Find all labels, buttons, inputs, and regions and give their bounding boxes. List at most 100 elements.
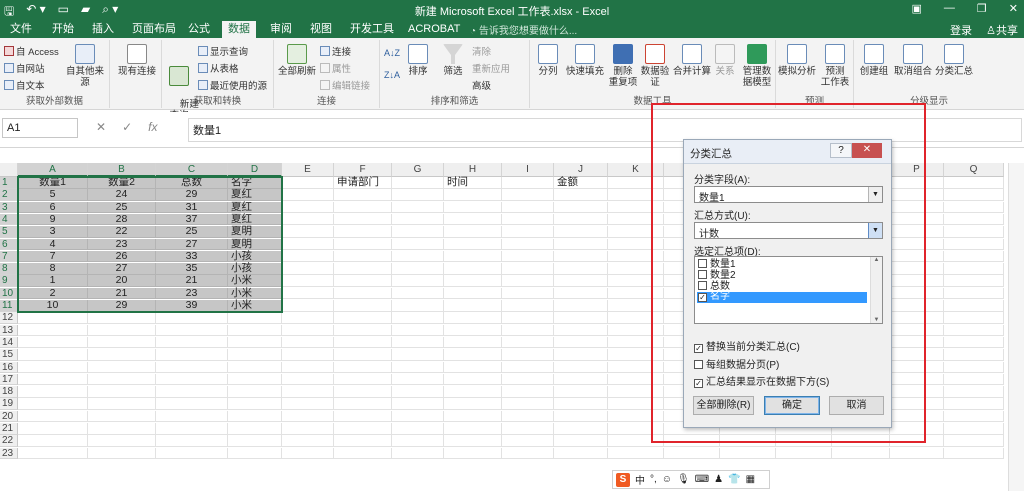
cell[interactable] [18, 324, 88, 337]
cell[interactable]: 金额 [554, 177, 608, 189]
cell[interactable] [664, 447, 720, 460]
cell[interactable] [156, 324, 228, 337]
cell[interactable] [608, 300, 664, 312]
cell[interactable] [554, 435, 608, 447]
flash-fill-button[interactable]: 快速填充 [564, 44, 606, 77]
clear-button[interactable]: 清除 [472, 44, 491, 58]
cell[interactable] [334, 263, 392, 275]
cell[interactable] [334, 300, 392, 312]
cell[interactable] [228, 410, 282, 423]
cell[interactable] [502, 349, 554, 361]
cell[interactable] [890, 398, 944, 410]
close-icon[interactable]: ✕ [1009, 2, 1018, 15]
cell[interactable] [554, 324, 608, 337]
cell[interactable] [282, 336, 334, 349]
cell[interactable]: 5 [18, 189, 88, 201]
cell[interactable] [444, 435, 502, 447]
properties-button[interactable]: 属性 [320, 61, 351, 75]
cell[interactable] [392, 263, 444, 275]
cell[interactable] [554, 189, 608, 201]
filter-button[interactable]: 筛选 [438, 44, 468, 77]
cell[interactable] [664, 435, 720, 447]
cell[interactable] [334, 435, 392, 447]
function-icon[interactable]: fx [148, 120, 157, 134]
cell[interactable] [944, 238, 1004, 250]
cell[interactable] [502, 226, 554, 238]
ribbon-display-icon[interactable]: ▣ [912, 2, 922, 15]
cell[interactable]: 37 [156, 214, 228, 226]
checkbox[interactable] [694, 360, 703, 369]
cell[interactable] [944, 312, 1004, 324]
cell[interactable] [88, 410, 156, 423]
cell[interactable] [890, 423, 944, 435]
cell[interactable] [608, 435, 664, 447]
cell[interactable]: 23 [88, 238, 156, 250]
cell[interactable] [444, 373, 502, 386]
cell[interactable]: 3 [18, 226, 88, 238]
cell[interactable] [282, 349, 334, 361]
cell[interactable] [88, 435, 156, 447]
cell[interactable] [392, 275, 444, 287]
cell[interactable] [554, 238, 608, 250]
row-header[interactable]: 15 [0, 349, 18, 361]
text-to-columns-button[interactable]: 分列 [534, 44, 562, 77]
cell[interactable] [392, 201, 444, 214]
cell[interactable] [88, 373, 156, 386]
cancel-icon[interactable]: ✕ [96, 120, 106, 134]
cell[interactable] [444, 423, 502, 435]
cell[interactable] [608, 410, 664, 423]
cell[interactable] [554, 263, 608, 275]
cell[interactable] [608, 324, 664, 337]
cell[interactable] [890, 238, 944, 250]
cell[interactable] [554, 226, 608, 238]
cell[interactable] [554, 373, 608, 386]
group-by-select[interactable]: 数量1 ▼ [694, 186, 883, 204]
cell[interactable] [282, 238, 334, 250]
cell[interactable] [944, 189, 1004, 201]
cell[interactable]: 24 [88, 189, 156, 201]
cell[interactable] [392, 398, 444, 410]
tab-page-layout[interactable]: 页面布局 [126, 21, 182, 38]
sort-desc-icon[interactable]: Z↓A [384, 70, 400, 80]
row-header[interactable]: 16 [0, 361, 18, 373]
cell[interactable] [890, 300, 944, 312]
cell[interactable] [88, 398, 156, 410]
cell[interactable]: 夏明 [228, 226, 282, 238]
cell[interactable] [554, 410, 608, 423]
keyboard-icon[interactable]: ⌨ [695, 474, 709, 485]
cell[interactable] [156, 349, 228, 361]
chevron-down-icon[interactable]: ▼ [868, 223, 882, 238]
row-header[interactable]: 8 [0, 263, 18, 275]
cell[interactable]: 数量2 [88, 177, 156, 189]
cell[interactable] [608, 189, 664, 201]
cell[interactable]: 小米 [228, 275, 282, 287]
row-header[interactable]: 9 [0, 275, 18, 287]
cell[interactable] [944, 373, 1004, 386]
row-header[interactable]: 11 [0, 300, 18, 312]
cell[interactable] [890, 177, 944, 189]
checkbox[interactable] [698, 270, 707, 279]
cell[interactable] [282, 189, 334, 201]
cell[interactable]: 6 [18, 201, 88, 214]
cell[interactable] [392, 373, 444, 386]
cell[interactable] [18, 386, 88, 398]
cell[interactable] [392, 324, 444, 337]
cell[interactable] [392, 177, 444, 189]
scroll-up-icon[interactable]: ▲ [871, 257, 882, 263]
cell[interactable] [608, 287, 664, 300]
cell[interactable] [890, 226, 944, 238]
cell[interactable] [282, 275, 334, 287]
cell[interactable] [554, 300, 608, 312]
cell[interactable]: 10 [18, 300, 88, 312]
row-header[interactable]: 12 [0, 312, 18, 324]
cell[interactable] [444, 410, 502, 423]
consolidate-button[interactable]: 合并计算 [672, 44, 712, 77]
field-item-qty1[interactable]: 数量1 [697, 259, 867, 270]
cell[interactable] [444, 287, 502, 300]
cell[interactable] [282, 250, 334, 263]
row-header[interactable]: 5 [0, 226, 18, 238]
recent-sources-button[interactable]: 最近使用的源 [198, 78, 267, 92]
enter-icon[interactable]: ✓ [122, 120, 132, 134]
cell[interactable] [608, 213, 664, 226]
show-queries-button[interactable]: 显示查询 [198, 44, 248, 58]
